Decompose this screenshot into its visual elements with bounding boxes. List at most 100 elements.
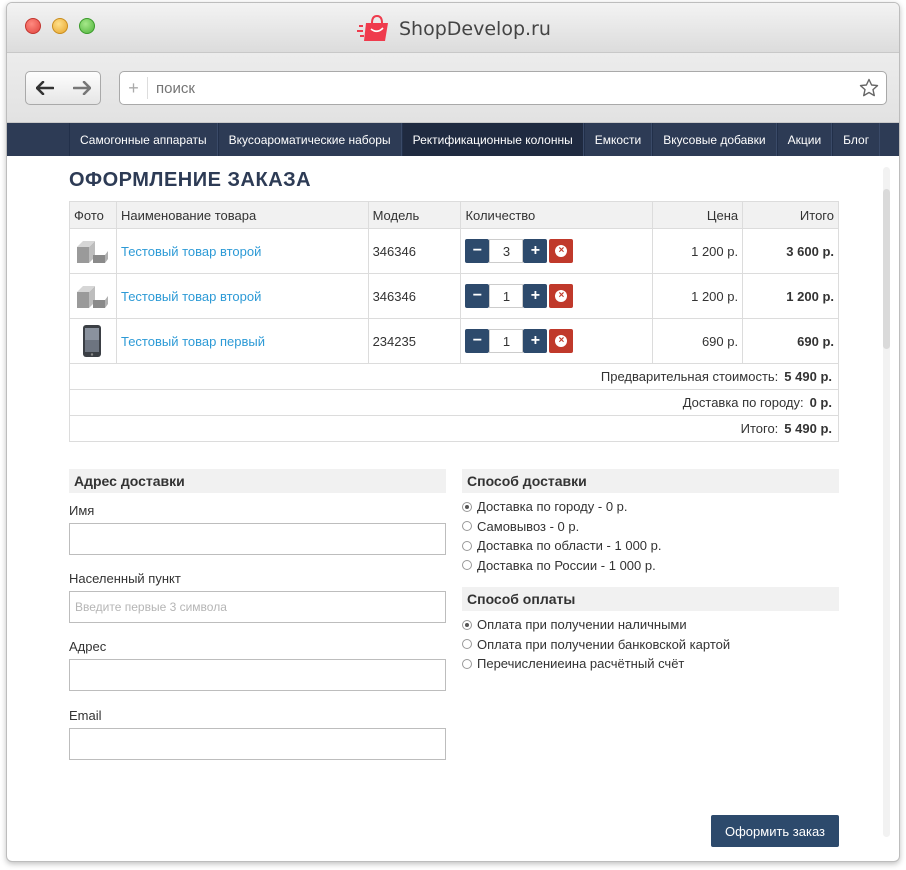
back-button[interactable] — [26, 72, 63, 104]
bookmark-button[interactable] — [852, 78, 886, 98]
radio-unchecked[interactable] — [462, 540, 472, 551]
photo-cell — [69, 273, 117, 319]
payment-option-label: Оплата при получении банковской картой — [477, 636, 731, 652]
payment-option-cash[interactable]: Оплата при получении наличными — [462, 615, 839, 635]
remove-item-button[interactable]: × — [549, 284, 574, 308]
delivery-options: Доставка по городу - 0 р. Самовывоз - 0 … — [462, 493, 839, 575]
increase-qty-button[interactable]: + — [523, 239, 548, 263]
radio-checked[interactable] — [462, 501, 472, 512]
product-link[interactable]: Тестовый товар второй — [121, 289, 261, 304]
col-model: Модель — [367, 201, 462, 229]
nav-item-moonshine-stills[interactable]: Самогонные аппараты — [69, 123, 218, 156]
plus-icon[interactable]: + — [120, 77, 148, 99]
page-title: ОФОРМЛЕНИЕ ЗАКАЗА — [69, 169, 312, 191]
address-bar: + — [119, 71, 887, 105]
close-icon: × — [555, 245, 568, 257]
city-label: Населенный пункт — [69, 571, 181, 586]
remove-item-button[interactable]: × — [549, 329, 574, 353]
price-cell: 690 р. — [652, 318, 744, 364]
payment-option-transfer[interactable]: Перечислениеина расчётный счёт — [462, 654, 839, 674]
email-field[interactable] — [69, 728, 446, 760]
product-link[interactable]: Тестовый товар первый — [121, 334, 265, 349]
delivery-option-label: Самовывоз - 0 р. — [477, 518, 580, 534]
increase-qty-button[interactable]: + — [523, 284, 548, 308]
payment-option-card[interactable]: Оплата при получении банковской картой — [462, 635, 839, 655]
photo-cell — [69, 318, 117, 364]
cart-table: Фото Наименование товара Модель Количест… — [69, 201, 839, 442]
nav-item-containers[interactable]: Емкости — [583, 123, 653, 156]
brand-name: ShopDevelop.ru — [399, 18, 551, 40]
phone-icon[interactable] — [74, 323, 110, 359]
arrow-right-icon — [72, 81, 91, 95]
city-field[interactable] — [69, 591, 446, 623]
scrollbar-thumb[interactable] — [883, 189, 890, 349]
browser-toolbar: + — [7, 53, 899, 123]
search-input[interactable] — [148, 73, 852, 103]
delivery-payment-section: Способ доставки Доставка по городу - 0 р… — [462, 469, 839, 674]
decrease-qty-button[interactable]: − — [465, 239, 490, 263]
close-icon: × — [555, 290, 568, 302]
nav-item-promotions[interactable]: Акции — [776, 123, 833, 156]
subtotal-row: Предварительная стоимость: 5 490 р. — [69, 363, 839, 390]
subtotal-label: Предварительная стоимость: — [600, 369, 779, 384]
quantity-field[interactable] — [489, 329, 524, 353]
delivery-option-region[interactable]: Доставка по области - 1 000 р. — [462, 536, 839, 556]
qty-cell: − + × — [460, 273, 654, 319]
close-icon: × — [555, 335, 568, 347]
payment-option-label: Оплата при получении наличными — [477, 617, 687, 633]
subtotal-value: 5 490 р. — [784, 369, 832, 384]
delivery-option-pickup[interactable]: Самовывоз - 0 р. — [462, 517, 839, 537]
table-row: Тестовый товар первый 234235 − + × 690 р… — [69, 318, 839, 364]
nav-item-flavor-kits[interactable]: Вкусоароматические наборы — [217, 123, 402, 156]
name-field[interactable] — [69, 523, 446, 555]
increase-qty-button[interactable]: + — [523, 329, 548, 353]
vertical-scrollbar[interactable] — [883, 167, 890, 837]
delivery-option-city[interactable]: Доставка по городу - 0 р. — [462, 497, 839, 517]
close-window-button[interactable] — [25, 18, 41, 34]
radio-unchecked[interactable] — [462, 658, 472, 669]
row-total-cell: 3 600 р. — [742, 228, 839, 274]
delivery-option-label: Доставка по России - 1 000 р. — [477, 557, 656, 573]
remove-item-button[interactable]: × — [549, 239, 574, 263]
quantity-stepper: − + × — [465, 329, 648, 353]
radio-checked[interactable] — [462, 619, 472, 630]
minimize-window-button[interactable] — [52, 18, 68, 34]
star-icon — [859, 78, 879, 97]
model-cell: 346346 — [367, 273, 462, 319]
box-icon[interactable] — [74, 278, 110, 314]
product-name-cell: Тестовый товар второй — [115, 273, 369, 319]
delivery-option-label: Доставка по городу - 0 р. — [477, 499, 628, 515]
quantity-field[interactable] — [489, 284, 524, 308]
qty-cell: − + × — [460, 318, 654, 364]
checkout-forms: Адрес доставки Имя Населенный пункт Адре… — [69, 469, 839, 859]
table-row: Тестовый товар второй 346346 − + × 1 200… — [69, 228, 839, 274]
address-label: Адрес — [69, 639, 107, 654]
box-icon[interactable] — [74, 233, 110, 269]
address-field[interactable] — [69, 659, 446, 691]
nav-item-flavor-additives[interactable]: Вкусовые добавки — [652, 123, 777, 156]
decrease-qty-button[interactable]: − — [465, 329, 490, 353]
product-link[interactable]: Тестовый товар второй — [121, 244, 261, 259]
table-row: Тестовый товар второй 346346 − + × 1 200… — [69, 273, 839, 319]
forward-button[interactable] — [63, 72, 100, 104]
title-bar: ShopDevelop.ru — [7, 3, 899, 53]
place-order-button[interactable]: Оформить заказ — [711, 815, 839, 847]
decrease-qty-button[interactable]: − — [465, 284, 490, 308]
delivery-cost-row: Доставка по городу: 0 р. — [69, 389, 839, 416]
payment-option-label: Перечислениеина расчётный счёт — [477, 656, 685, 672]
col-photo: Фото — [69, 201, 117, 229]
qty-cell: − + × — [460, 228, 654, 274]
delivery-option-russia[interactable]: Доставка по России - 1 000 р. — [462, 556, 839, 576]
main-nav: Самогонные аппараты Вкусоароматические н… — [7, 123, 899, 156]
nav-item-blog[interactable]: Блог — [832, 123, 881, 156]
model-cell: 346346 — [367, 228, 462, 274]
nav-item-rectification-columns[interactable]: Ректификационные колонны — [401, 123, 584, 156]
radio-unchecked[interactable] — [462, 521, 472, 532]
col-name: Наименование товара — [115, 201, 369, 229]
address-section: Адрес доставки Имя Населенный пункт Адре… — [69, 469, 446, 760]
price-cell: 1 200 р. — [652, 228, 744, 274]
radio-unchecked[interactable] — [462, 639, 472, 650]
radio-unchecked[interactable] — [462, 560, 472, 571]
quantity-field[interactable] — [489, 239, 524, 263]
maximize-window-button[interactable] — [79, 18, 95, 34]
